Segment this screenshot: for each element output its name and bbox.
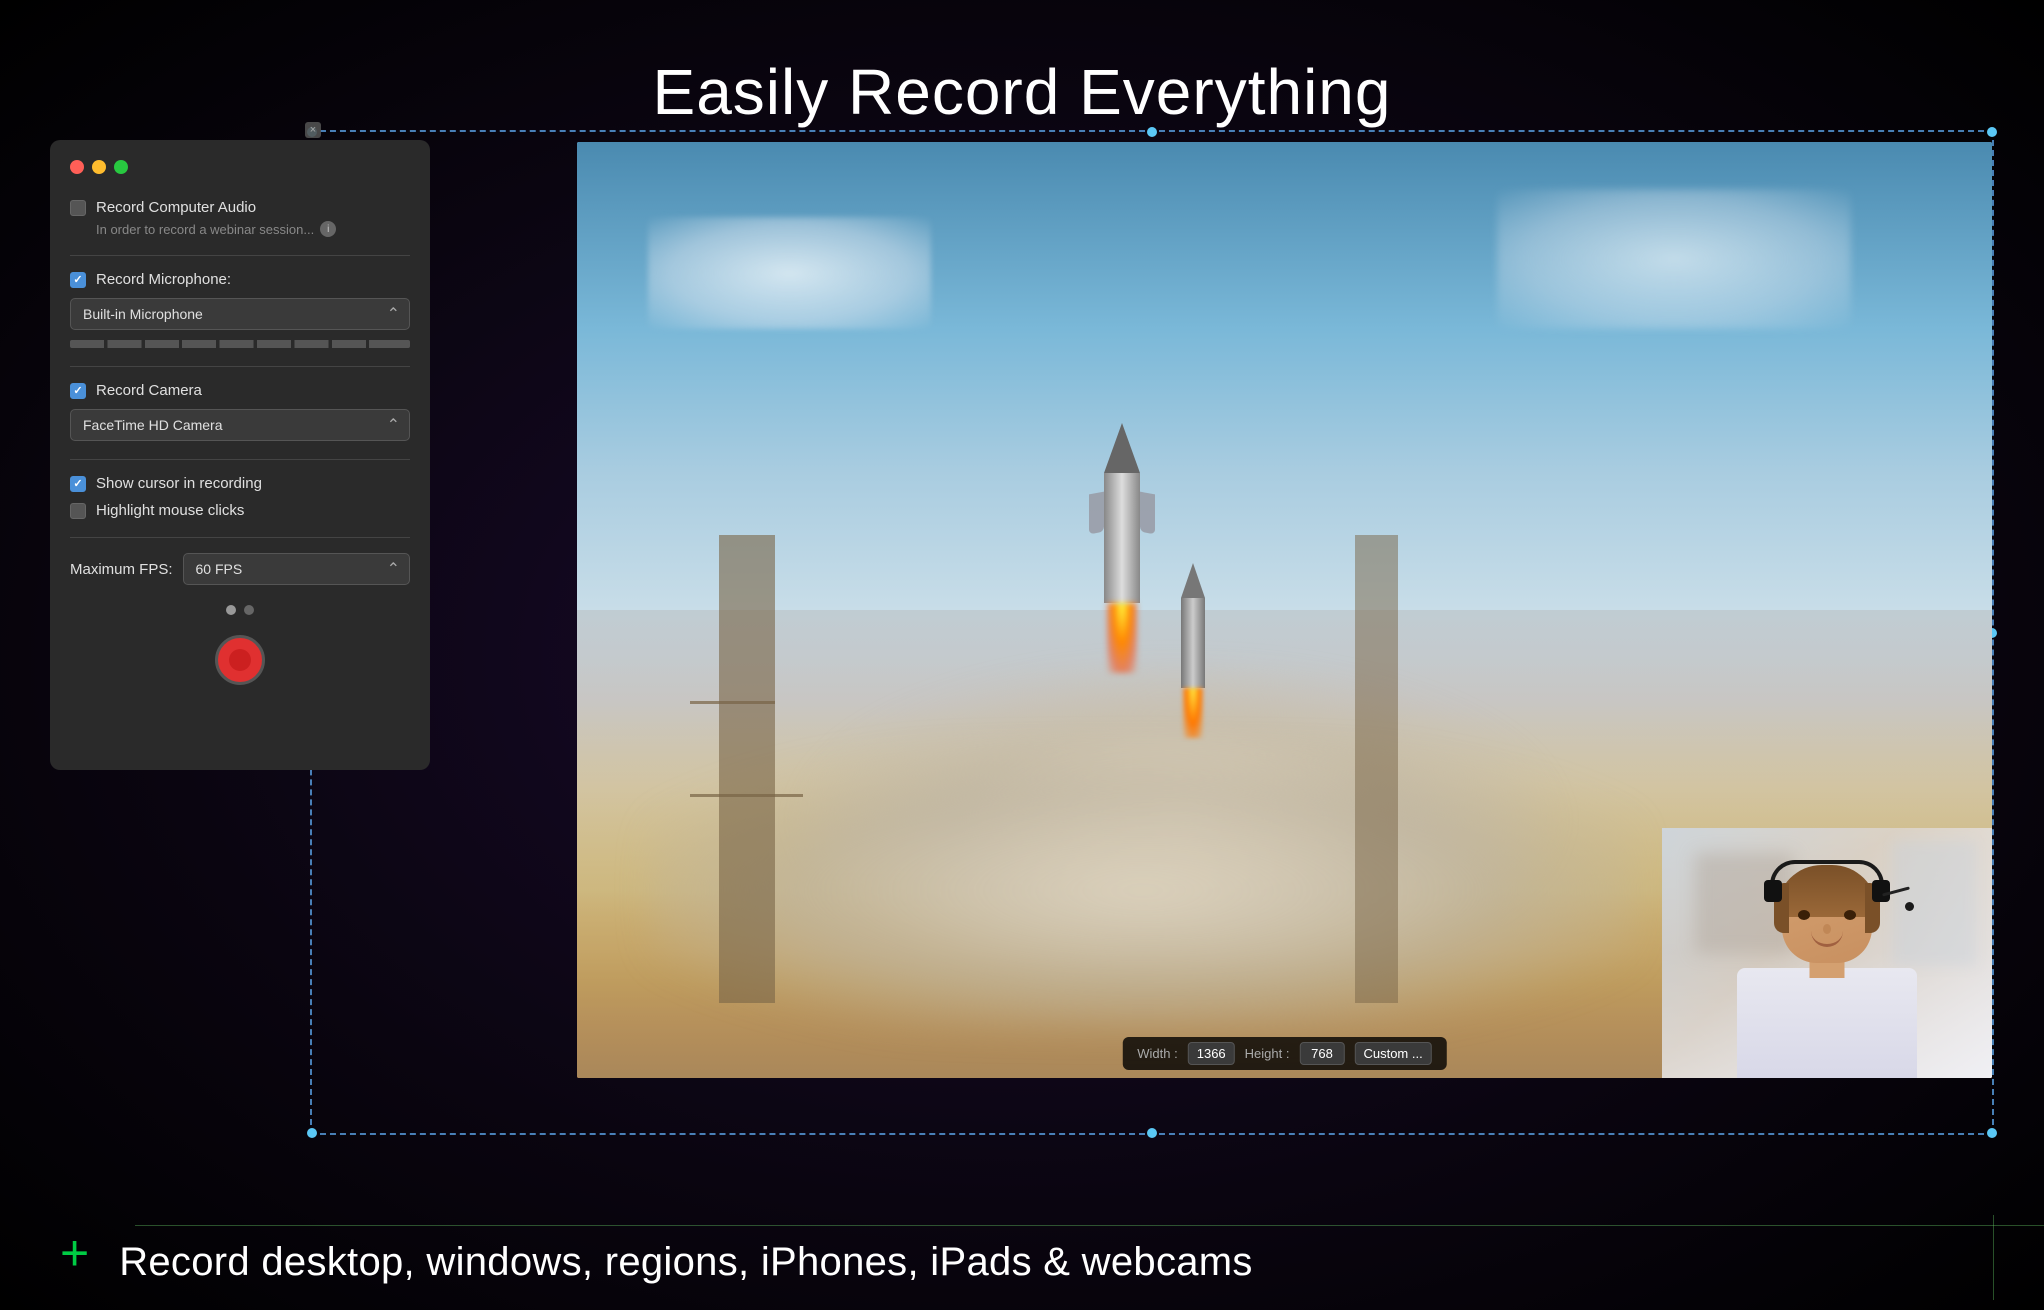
cursor-section: Show cursor in recording Highlight mouse… (70, 475, 410, 519)
bottom-line-right (1993, 1215, 1994, 1300)
show-cursor-checkbox[interactable] (70, 476, 86, 492)
plus-icon: + (60, 1228, 89, 1278)
bottom-bar: + Record desktop, windows, regions, iPho… (0, 1195, 2044, 1310)
handle-bottom-right[interactable] (1987, 1128, 1997, 1138)
microphone-dropdown-wrapper: Built-in Microphone ⌃ (70, 298, 410, 330)
traffic-lights (70, 160, 410, 174)
record-camera-label: Record Camera (96, 382, 202, 399)
custom-dropdown[interactable]: Custom ... (1354, 1042, 1431, 1065)
rocket-scene (577, 142, 1992, 1078)
width-label: Width : (1137, 1046, 1177, 1061)
audio-level-bar (70, 340, 410, 348)
fps-label: Maximum FPS: (70, 561, 173, 578)
record-button[interactable] (215, 635, 265, 685)
fps-dropdown-wrapper: 60 FPS ⌃ (183, 553, 410, 585)
record-audio-row[interactable]: Record Computer Audio (70, 199, 410, 216)
record-button-inner (229, 649, 251, 671)
camera-overlay (1662, 828, 1992, 1078)
handle-bottom-left[interactable] (307, 1128, 317, 1138)
record-button-area (70, 635, 410, 685)
show-cursor-label: Show cursor in recording (96, 475, 262, 492)
dimension-bar: Width : 1366 Height : 768 Custom ... (1122, 1037, 1446, 1070)
record-audio-label: Record Computer Audio (96, 199, 256, 216)
selection-border: Width : 1366 Height : 768 Custom ... (310, 130, 1994, 1135)
handle-middle-right[interactable] (1987, 628, 1997, 638)
close-handle[interactable]: × (305, 122, 321, 138)
screenshot-content: Width : 1366 Height : 768 Custom ... (577, 142, 1992, 1078)
record-audio-section: Record Computer Audio In order to record… (70, 199, 410, 237)
control-panel: Record Computer Audio In order to record… (50, 140, 430, 770)
pagination-dot-2[interactable] (244, 605, 254, 615)
traffic-light-green[interactable] (114, 160, 128, 174)
width-value[interactable]: 1366 (1188, 1042, 1235, 1065)
record-microphone-row[interactable]: Record Microphone: (70, 271, 410, 288)
highlight-clicks-checkbox[interactable] (70, 503, 86, 519)
recording-area: × (50, 130, 1994, 1190)
record-microphone-checkbox[interactable] (70, 272, 86, 288)
highlight-clicks-row[interactable]: Highlight mouse clicks (70, 502, 410, 519)
height-label: Height : (1245, 1046, 1290, 1061)
record-camera-checkbox[interactable] (70, 383, 86, 399)
divider-2 (70, 366, 410, 367)
record-camera-section: Record Camera FaceTime HD Camera ⌃ (70, 382, 410, 441)
record-camera-row[interactable]: Record Camera (70, 382, 410, 399)
camera-dropdown-wrapper: FaceTime HD Camera ⌃ (70, 409, 410, 441)
fps-select[interactable]: 60 FPS (183, 553, 410, 585)
bottom-subtitle: Record desktop, windows, regions, iPhone… (119, 1240, 1253, 1285)
record-microphone-section: Record Microphone: Built-in Microphone ⌃ (70, 271, 410, 348)
handle-bottom-middle[interactable] (1147, 1128, 1157, 1138)
record-microphone-label: Record Microphone: (96, 271, 231, 288)
show-cursor-row[interactable]: Show cursor in recording (70, 475, 410, 492)
highlight-clicks-label: Highlight mouse clicks (96, 502, 244, 519)
divider-4 (70, 537, 410, 538)
close-icon: × (310, 124, 316, 136)
traffic-light-yellow[interactable] (92, 160, 106, 174)
height-value[interactable]: 768 (1299, 1042, 1344, 1065)
pagination-dots (70, 605, 410, 615)
info-icon[interactable]: i (320, 221, 336, 237)
record-audio-checkbox[interactable] (70, 200, 86, 216)
pagination-dot-1[interactable] (226, 605, 236, 615)
webinar-note: In order to record a webinar session... … (96, 221, 410, 237)
camera-select[interactable]: FaceTime HD Camera (70, 409, 410, 441)
bottom-line-left (135, 1225, 2044, 1226)
traffic-light-red[interactable] (70, 160, 84, 174)
microphone-select[interactable]: Built-in Microphone (70, 298, 410, 330)
divider-1 (70, 255, 410, 256)
divider-3 (70, 459, 410, 460)
fps-row: Maximum FPS: 60 FPS ⌃ (70, 553, 410, 585)
